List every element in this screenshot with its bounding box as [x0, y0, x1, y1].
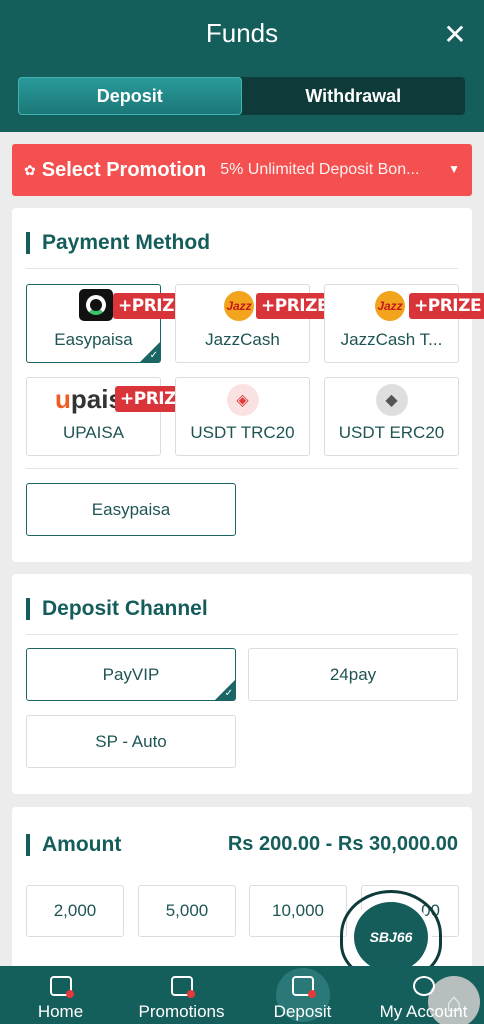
easypaisa-logo — [79, 289, 113, 321]
amount-title: Amount — [26, 834, 121, 856]
payment-option-easypaisa[interactable]: +PRIZE Easypaisa ✓ — [26, 284, 191, 363]
close-icon[interactable]: ✕ — [442, 21, 468, 49]
prize-badge: +PRIZE — [256, 293, 334, 319]
payment-method-card: Payment Method +PRIZE Easypaisa ✓ Jazz +… — [12, 208, 484, 562]
gear-icon: ✿ — [24, 161, 36, 178]
channel-option-payvip[interactable]: PayVIP ✓ — [26, 648, 236, 701]
ethereum-icon: ◆ — [375, 384, 408, 416]
sub-option-label: Easypaisa — [91, 499, 171, 519]
channel-option-24pay[interactable]: 24pay — [248, 648, 458, 701]
gift-icon — [170, 976, 195, 998]
header: Funds ✕ Deposit Withdrawal — [0, 0, 484, 132]
promotion-select[interactable]: ✿ Select Promotion 5% Unlimited Deposit … — [12, 144, 472, 196]
payment-option-upaisa[interactable]: upais +PRIZE UPAISA — [26, 377, 193, 456]
amount-chip[interactable]: 10,000 — [249, 885, 347, 937]
nav-label: Deposit — [273, 1002, 332, 1021]
home-icon — [49, 976, 74, 998]
upaisa-logo: upais — [55, 384, 123, 414]
channel-option-sp-auto[interactable]: SP - Auto — [26, 715, 236, 768]
nav-home[interactable]: Home — [0, 966, 121, 1024]
channel-label: 24pay — [329, 664, 377, 684]
wallet-icon — [291, 976, 316, 998]
nav-label: Home — [37, 1002, 84, 1021]
jazzcash-logo: Jazz — [375, 291, 405, 321]
payment-option-label: JazzCash — [205, 330, 280, 349]
nav-label: Promotions — [138, 1002, 225, 1021]
user-icon — [412, 976, 435, 996]
nav-label: My Account — [379, 1002, 468, 1021]
tron-icon: ◈ — [226, 384, 259, 416]
promotion-value: 5% Unlimited Deposit Bon... — [220, 161, 420, 178]
promotion-label: Select Promotion — [41, 158, 207, 181]
payment-option-jazzcash-t[interactable]: Jazz +PRIZE JazzCash T... — [324, 284, 484, 363]
payment-option-label: JazzCash T... — [340, 330, 443, 349]
chevron-down-icon: ▼ — [448, 162, 460, 176]
amount-chip[interactable]: 5,000 — [138, 885, 236, 937]
prize-badge: +PRIZE — [409, 293, 484, 319]
payment-option-label: USDT ERC20 — [338, 423, 445, 442]
payment-option-jazzcash[interactable]: Jazz +PRIZE JazzCash — [175, 284, 334, 363]
divider — [26, 468, 458, 469]
payment-option-label: UPAISA — [62, 423, 125, 442]
payment-option-usdt-trc20[interactable]: ◈ USDT TRC20 — [175, 377, 310, 456]
amount-chip[interactable]: 2,000 — [26, 885, 124, 937]
tab-withdrawal[interactable]: Withdrawal — [242, 77, 466, 115]
nav-deposit[interactable]: Deposit — [242, 966, 363, 1024]
channel-label: SP - Auto — [95, 731, 167, 751]
support-button[interactable]: SBJ66 — [350, 898, 432, 976]
page-title: Funds — [205, 18, 279, 48]
amount-range: Rs 200.00 - Rs 30,000.00 — [227, 833, 458, 855]
funds-tabs: Deposit Withdrawal — [18, 77, 465, 115]
jazzcash-logo: Jazz — [224, 291, 254, 321]
payment-sub-option-easypaisa[interactable]: Easypaisa — [26, 483, 236, 536]
payment-method-title: Payment Method — [26, 232, 210, 254]
nav-promotions[interactable]: Promotions — [121, 966, 242, 1024]
deposit-channel-title: Deposit Channel — [26, 598, 208, 620]
payment-option-label: USDT TRC20 — [190, 423, 295, 442]
divider — [26, 268, 458, 269]
channel-label: PayVIP — [102, 664, 160, 684]
payment-option-usdt-erc20[interactable]: ◆ USDT ERC20 — [324, 377, 459, 456]
payment-option-label: Easypaisa — [54, 330, 133, 349]
tab-deposit[interactable]: Deposit — [18, 77, 242, 115]
deposit-channel-card: Deposit Channel PayVIP ✓ 24pay SP - Auto — [12, 574, 472, 794]
divider — [26, 634, 458, 635]
bottom-nav: Home Promotions Deposit My Account — [0, 966, 484, 1024]
